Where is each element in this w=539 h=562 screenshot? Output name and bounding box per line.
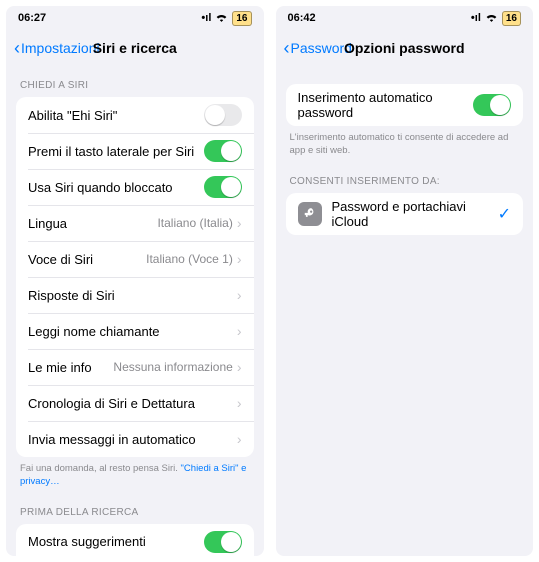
status-bar: 06:27 •ıl 16 bbox=[6, 6, 264, 30]
section-header-before-search: PRIMA DELLA RICERCA bbox=[6, 493, 264, 524]
row-siri-voice[interactable]: Voce di Siri Italiano (Voce 1) › bbox=[16, 241, 254, 277]
nav-bar: ‹ Impostazioni Siri e ricerca bbox=[6, 30, 264, 66]
chevron-right-icon: › bbox=[237, 323, 242, 339]
chevron-right-icon: › bbox=[237, 431, 242, 447]
row-label: Voce di Siri bbox=[28, 252, 146, 267]
wifi-icon bbox=[215, 12, 228, 25]
switch-siri-locked[interactable] bbox=[204, 176, 242, 198]
row-label: Cronologia di Siri e Dettatura bbox=[28, 396, 237, 411]
section-header-allow-from: CONSENTI INSERIMENTO DA: bbox=[276, 162, 534, 193]
row-auto-send-messages[interactable]: Invia messaggi in automatico › bbox=[16, 421, 254, 457]
row-label: Le mie info bbox=[28, 360, 113, 375]
row-announce-calls[interactable]: Leggi nome chiamante › bbox=[16, 313, 254, 349]
row-autofill-passwords[interactable]: Inserimento automatico password bbox=[286, 84, 524, 126]
switch-side-button[interactable] bbox=[204, 140, 242, 162]
row-label: Mostra suggerimenti bbox=[28, 534, 204, 549]
row-label: Abilita "Ehi Siri" bbox=[28, 108, 204, 123]
row-label: Premi il tasto laterale per Siri bbox=[28, 144, 204, 159]
group-allow-from: Password e portachiavi iCloud ✓ bbox=[286, 193, 524, 235]
status-bar: 06:42 •ıl 16 bbox=[276, 6, 534, 30]
row-label: Lingua bbox=[28, 216, 157, 231]
back-label: Password bbox=[291, 40, 352, 56]
row-label: Usa Siri quando bloccato bbox=[28, 180, 204, 195]
phone-password-options: 06:42 •ıl 16 ‹ Password Opzioni password… bbox=[276, 6, 534, 556]
group-autofill: Inserimento automatico password bbox=[286, 84, 524, 126]
group-before-search: Mostra suggerimenti Mostra recenti bbox=[16, 524, 254, 556]
row-siri-responses[interactable]: Risposte di Siri › bbox=[16, 277, 254, 313]
row-siri-history[interactable]: Cronologia di Siri e Dettatura › bbox=[16, 385, 254, 421]
chevron-right-icon: › bbox=[237, 215, 242, 231]
chevron-right-icon: › bbox=[237, 251, 242, 267]
chevron-left-icon: ‹ bbox=[284, 39, 290, 57]
row-label: Risposte di Siri bbox=[28, 288, 237, 303]
chevron-right-icon: › bbox=[237, 395, 242, 411]
back-button[interactable]: ‹ Impostazioni bbox=[14, 39, 100, 57]
signal-icon: •ıl bbox=[201, 12, 211, 24]
switch-hey-siri[interactable] bbox=[204, 104, 242, 126]
row-label: Invia messaggi in automatico bbox=[28, 432, 237, 447]
signal-icon: •ıl bbox=[471, 12, 481, 24]
row-icloud-keychain[interactable]: Password e portachiavi iCloud ✓ bbox=[286, 193, 524, 235]
row-my-info[interactable]: Le mie info Nessuna informazione › bbox=[16, 349, 254, 385]
status-time: 06:27 bbox=[18, 12, 46, 24]
chevron-right-icon: › bbox=[237, 359, 242, 375]
footer-text: Fai una domanda, al resto pensa Siri. bbox=[20, 463, 181, 474]
row-value: Italiano (Italia) bbox=[157, 216, 232, 230]
switch-show-suggestions[interactable] bbox=[204, 531, 242, 553]
footer-autofill: L'inserimento automatico ti consente di … bbox=[276, 126, 534, 162]
back-button[interactable]: ‹ Password bbox=[284, 39, 352, 57]
scroll-area[interactable]: CHIEDI A SIRI Abilita "Ehi Siri" Premi i… bbox=[6, 66, 264, 556]
status-time: 06:42 bbox=[288, 12, 316, 24]
nav-bar: ‹ Password Opzioni password bbox=[276, 30, 534, 66]
row-side-button[interactable]: Premi il tasto laterale per Siri bbox=[16, 133, 254, 169]
section-header-ask-siri: CHIEDI A SIRI bbox=[6, 66, 264, 97]
chevron-right-icon: › bbox=[237, 287, 242, 303]
row-value: Nessuna informazione bbox=[113, 360, 232, 374]
chevron-left-icon: ‹ bbox=[14, 39, 20, 57]
scroll-area[interactable]: Inserimento automatico password L'inseri… bbox=[276, 66, 534, 556]
group-ask-siri: Abilita "Ehi Siri" Premi il tasto latera… bbox=[16, 97, 254, 457]
row-value: Italiano (Voce 1) bbox=[146, 252, 233, 266]
row-hey-siri[interactable]: Abilita "Ehi Siri" bbox=[16, 97, 254, 133]
row-label: Password e portachiavi iCloud bbox=[332, 199, 498, 229]
row-label: Inserimento automatico password bbox=[298, 90, 474, 120]
phone-siri-settings: 06:27 •ıl 16 ‹ Impostazioni Siri e ricer… bbox=[6, 6, 264, 556]
row-label: Leggi nome chiamante bbox=[28, 324, 237, 339]
key-icon bbox=[298, 202, 322, 226]
switch-autofill-passwords[interactable] bbox=[473, 94, 511, 116]
footer-ask-siri: Fai una domanda, al resto pensa Siri. "C… bbox=[6, 457, 264, 493]
row-show-suggestions[interactable]: Mostra suggerimenti bbox=[16, 524, 254, 556]
row-language[interactable]: Lingua Italiano (Italia) › bbox=[16, 205, 254, 241]
wifi-icon bbox=[485, 12, 498, 25]
checkmark-icon: ✓ bbox=[498, 204, 511, 224]
row-siri-locked[interactable]: Usa Siri quando bloccato bbox=[16, 169, 254, 205]
battery-indicator: 16 bbox=[232, 11, 251, 26]
back-label: Impostazioni bbox=[21, 40, 100, 56]
battery-indicator: 16 bbox=[502, 11, 521, 26]
